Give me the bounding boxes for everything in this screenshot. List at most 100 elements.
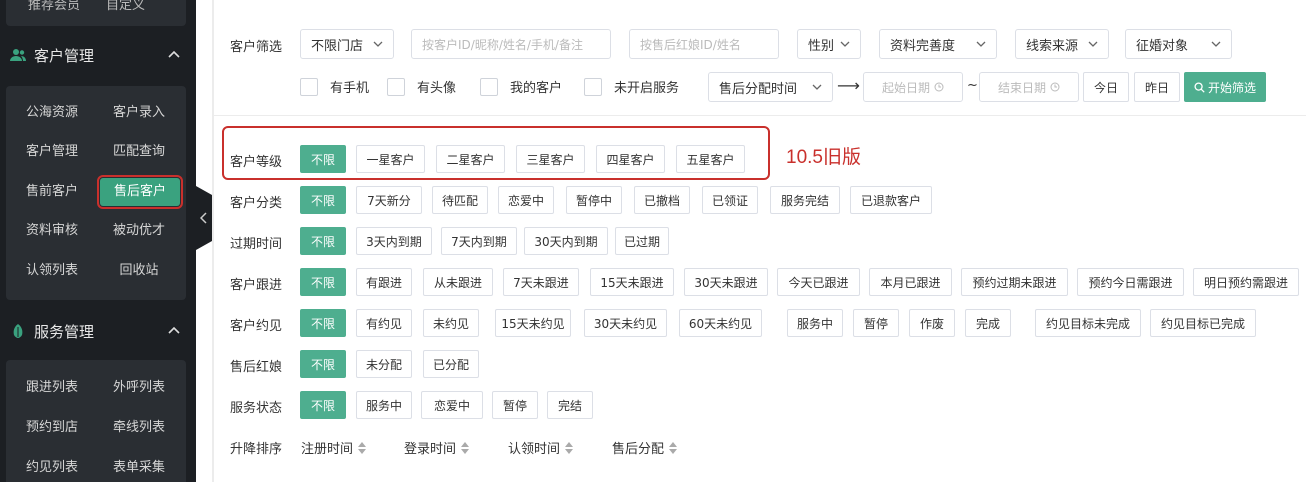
level-option[interactable]: 一星客户 [356, 145, 425, 173]
sort-arrows-icon[interactable] [668, 441, 678, 455]
sidebar-item[interactable]: 资料审核 [12, 217, 92, 245]
category-option[interactable]: 暂停中 [566, 186, 622, 214]
meeting-option[interactable]: 暂停 [853, 309, 899, 337]
customer-search-input[interactable]: 按客户ID/昵称/姓名/手机/备注 [411, 29, 611, 59]
meeting-option[interactable]: 约见目标已完成 [1150, 309, 1256, 337]
followup-option[interactable]: 本月已跟进 [869, 268, 952, 296]
sidebar-item[interactable]: 约见列表 [12, 454, 92, 482]
service-status-option[interactable]: 暂停 [492, 391, 538, 419]
sidebar-item[interactable]: 牵线列表 [99, 414, 179, 442]
service-status-option[interactable]: 恋爱中 [421, 391, 483, 419]
sidebar-item[interactable]: 表单采集 [99, 454, 179, 482]
checkbox-box[interactable] [480, 77, 498, 96]
completeness-select[interactable]: 资料完善度 [879, 29, 997, 59]
sidebar-section-customer[interactable]: 客户管理 [0, 32, 196, 78]
meeting-option[interactable]: 有约见 [356, 309, 412, 337]
category-option[interactable]: 已撤档 [634, 186, 690, 214]
lead-source-select[interactable]: 线索来源 [1015, 29, 1109, 59]
sort-field[interactable]: 注册时间 [301, 438, 367, 457]
category-option[interactable]: 7天新分 [356, 186, 422, 214]
store-select[interactable]: 不限门店 [300, 29, 394, 59]
followup-option[interactable]: 不限 [300, 268, 346, 296]
sort-arrows-icon[interactable] [564, 441, 574, 455]
sidebar-item[interactable]: 客户管理 [12, 138, 92, 166]
category-option[interactable]: 待匹配 [432, 186, 488, 214]
start-filter-button[interactable]: 开始筛选 [1184, 72, 1266, 102]
sidebar-item[interactable]: 预约到店 [12, 414, 92, 442]
sidebar-item[interactable]: 跟进列表 [12, 374, 92, 402]
category-option[interactable]: 恋爱中 [498, 186, 554, 214]
level-option[interactable]: 四星客户 [596, 145, 665, 173]
expire-option[interactable]: 3天内到期 [356, 227, 432, 255]
yesterday-button[interactable]: 昨日 [1134, 72, 1180, 102]
matchmaker-option[interactable]: 已分配 [423, 350, 479, 378]
matchmaker-option[interactable]: 未分配 [356, 350, 412, 378]
sort-field[interactable]: 登录时间 [404, 438, 470, 457]
category-option[interactable]: 已退款客户 [850, 186, 932, 214]
today-button[interactable]: 今日 [1083, 72, 1129, 102]
checkbox-box[interactable] [300, 77, 318, 96]
sidebar-item[interactable]: 客户录入 [99, 99, 179, 127]
checkbox-service-not-started[interactable]: 未开启服务 [584, 77, 679, 96]
category-option[interactable]: 服务完结 [770, 186, 840, 214]
sidebar-item-active[interactable]: 售后客户 [97, 175, 183, 209]
sidebar-item[interactable]: 公海资源 [12, 99, 92, 127]
meeting-option[interactable]: 15天未约见 [495, 309, 571, 337]
sort-arrows-icon[interactable] [357, 441, 367, 455]
checkbox-has-phone[interactable]: 有手机 [300, 77, 369, 96]
checkbox-box[interactable] [387, 77, 405, 96]
gender-select[interactable]: 性别 [797, 29, 861, 59]
followup-option[interactable]: 明日预约需跟进 [1193, 268, 1299, 296]
level-option[interactable]: 三星客户 [516, 145, 585, 173]
meeting-option[interactable]: 完成 [965, 309, 1011, 337]
sidebar-item-top-left[interactable]: 推荐会员 [28, 0, 80, 13]
service-status-option[interactable]: 完结 [547, 391, 593, 419]
sidebar-item[interactable]: 外呼列表 [99, 374, 179, 402]
sort-field[interactable]: 售后分配 [612, 438, 678, 457]
end-date-input[interactable]: 结束日期 [979, 72, 1079, 102]
sidebar-item-top-right[interactable]: 自定义 [106, 0, 145, 13]
meeting-option[interactable]: 服务中 [787, 309, 843, 337]
sidebar-item[interactable]: 认领列表 [12, 257, 92, 285]
meeting-option[interactable]: 作废 [909, 309, 955, 337]
service-status-option[interactable]: 不限 [300, 391, 346, 419]
level-option[interactable]: 五星客户 [676, 145, 745, 173]
checkbox-box[interactable] [584, 77, 602, 96]
sidebar-item[interactable]: 售前客户 [12, 178, 92, 206]
marriage-target-select[interactable]: 征婚对象 [1125, 29, 1232, 59]
sidebar-section-service[interactable]: 服务管理 [0, 308, 196, 354]
service-status-option[interactable]: 服务中 [356, 391, 412, 419]
meeting-option[interactable]: 30天未约见 [584, 309, 667, 337]
sort-arrows-icon[interactable] [460, 441, 470, 455]
expire-option[interactable]: 7天内到期 [441, 227, 517, 255]
expire-option[interactable]: 已过期 [615, 227, 669, 255]
expire-option[interactable]: 30天内到期 [524, 227, 608, 255]
meeting-option[interactable]: 约见目标未完成 [1035, 309, 1141, 337]
sidebar-collapse-handle[interactable] [196, 186, 212, 250]
sidebar-item[interactable]: 回收站 [99, 257, 179, 285]
matchmaker-option[interactable]: 不限 [300, 350, 346, 378]
meeting-option[interactable]: 未约见 [423, 309, 479, 337]
meeting-option[interactable]: 60天未约见 [679, 309, 762, 337]
expire-option[interactable]: 不限 [300, 227, 346, 255]
followup-option[interactable]: 15天未跟进 [590, 268, 674, 296]
followup-option[interactable]: 30天未跟进 [684, 268, 768, 296]
start-date-input[interactable]: 起始日期 [863, 72, 963, 102]
assign-time-select[interactable]: 售后分配时间 [708, 72, 833, 102]
followup-option[interactable]: 预约今日需跟进 [1077, 268, 1184, 296]
followup-option[interactable]: 有跟进 [356, 268, 412, 296]
meeting-option[interactable]: 不限 [300, 309, 346, 337]
checkbox-has-avatar[interactable]: 有头像 [387, 77, 456, 96]
sidebar-item[interactable]: 被动优才 [99, 217, 179, 245]
followup-option[interactable]: 预约过期未跟进 [961, 268, 1068, 296]
followup-option[interactable]: 7天未跟进 [503, 268, 579, 296]
sidebar-item[interactable]: 匹配查询 [99, 138, 179, 166]
level-option[interactable]: 不限 [300, 145, 346, 173]
matchmaker-search-input[interactable]: 按售后红娘ID/姓名 [629, 29, 779, 59]
followup-option[interactable]: 从未跟进 [423, 268, 493, 296]
sort-field[interactable]: 认领时间 [508, 438, 574, 457]
level-option[interactable]: 二星客户 [436, 145, 505, 173]
category-option[interactable]: 已领证 [702, 186, 758, 214]
checkbox-my-customers[interactable]: 我的客户 [480, 77, 562, 96]
followup-option[interactable]: 今天已跟进 [777, 268, 860, 296]
